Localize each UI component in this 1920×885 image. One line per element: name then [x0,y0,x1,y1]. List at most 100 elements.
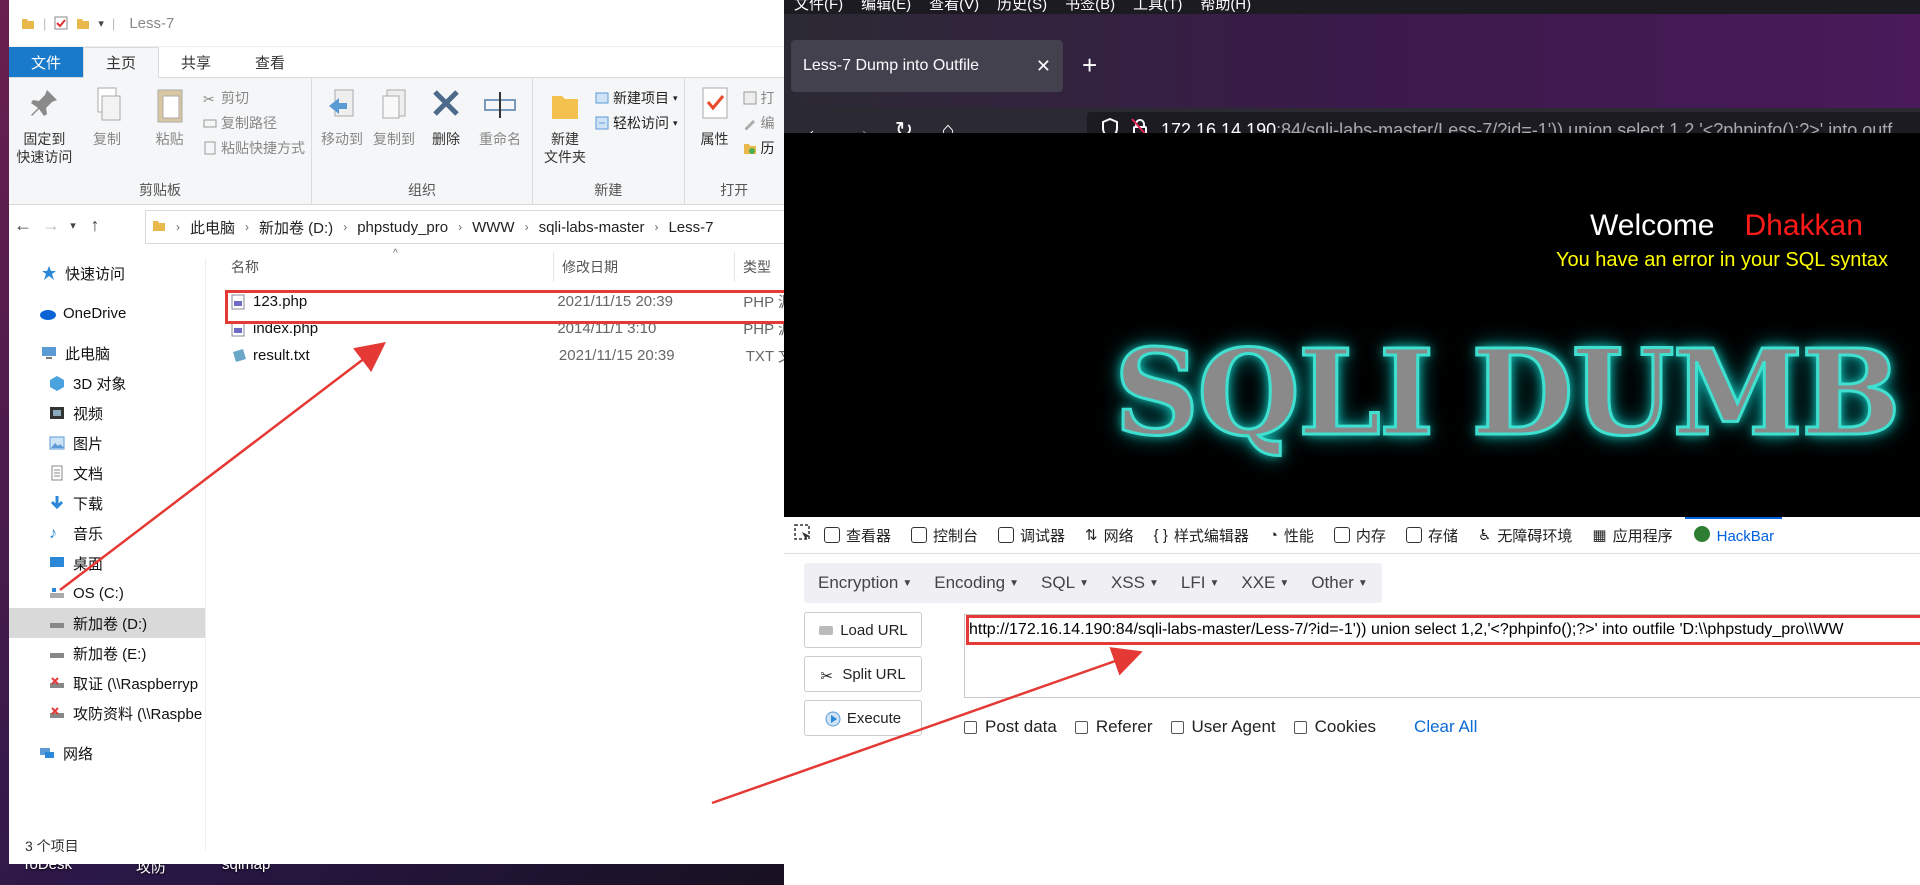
nav-item-downloads[interactable]: 下载 [9,488,205,518]
nav-item-desktop[interactable]: 桌面 [9,548,205,578]
menu-lfi[interactable]: LFI ▼ [1173,563,1227,603]
pin-quick-access-button[interactable]: 固定到 快速访问 [15,84,74,180]
tab-network[interactable]: ⇅ 网络 [1077,517,1142,553]
nav-item-documents[interactable]: 文档 [9,458,205,488]
nav-item-drive-e[interactable]: 新加卷 (E:) [9,638,205,668]
column-header-date[interactable]: 修改日期 [554,252,735,282]
close-icon[interactable]: ✕ [1036,56,1051,77]
load-url-button[interactable]: Load URL [804,612,922,648]
tab-application[interactable]: ▦ 应用程序 [1584,517,1680,553]
cut-button[interactable]: ✂ 剪切 [203,88,305,108]
menu-history[interactable]: 历史(S) [997,0,1047,14]
breadcrumb-item-drive-d[interactable]: 新加卷 (D:) [259,217,333,238]
menu-tools[interactable]: 工具(T) [1133,0,1182,14]
gauge-icon: ◔ [1268,526,1278,544]
tab-storage[interactable]: 存储 [1398,517,1466,553]
breadcrumb-item-less7[interactable]: Less-7 [668,219,713,236]
breadcrumb[interactable]: › 此电脑 › 新加卷 (D:) › phpstudy_pro › WWW › sqli… [145,210,784,244]
tab-console[interactable]: 控制台 [903,517,986,553]
paste-button[interactable]: 粘贴 [140,84,199,180]
column-header-name[interactable]: 名称 [223,252,554,282]
chevron-down-icon[interactable]: ▾ [98,17,104,30]
file-row-result-txt[interactable]: result.txt 2021/11/15 20:39 TXT 文 [223,342,784,369]
nav-item-3d-objects[interactable]: 3D 对象 [9,368,205,398]
history-button[interactable]: 历 [743,138,775,158]
breadcrumb-item-sqli-labs[interactable]: sqli-labs-master [539,219,645,236]
paste-shortcut-button[interactable]: 粘贴快捷方式 [203,138,305,158]
copy-button[interactable]: 复制 [78,84,137,180]
option-cookies[interactable]: Cookies [1293,717,1376,737]
tab-accessibility[interactable]: ♿ 无障碍环境 [1470,517,1580,553]
menu-edit[interactable]: 编辑(E) [861,0,911,14]
nav-item-drive-d[interactable]: 新加卷 (D:) [9,608,205,638]
new-folder-qa-icon[interactable] [76,16,90,30]
nav-item-network-drive-attack[interactable]: 攻防资料 (\\Raspbe [9,698,205,728]
tab-debugger[interactable]: 调试器 [990,517,1073,553]
nav-item-onedrive[interactable]: OneDrive [9,298,205,328]
plus-icon[interactable]: + [1082,50,1097,81]
menu-xxe[interactable]: XXE ▼ [1233,563,1297,603]
new-item-button[interactable]: 新建项目 ▾ [595,88,678,108]
option-referer[interactable]: Referer [1074,717,1153,737]
menu-view[interactable]: 查看(V) [929,0,979,14]
menu-encoding[interactable]: Encoding ▼ [926,563,1027,603]
tab-view[interactable]: 查看 [233,47,307,77]
menu-xss[interactable]: XSS ▼ [1103,563,1167,603]
menu-encryption[interactable]: Encryption ▼ [810,563,920,603]
paste-shortcut-icon [203,141,217,155]
nav-item-this-pc[interactable]: 此电脑 [9,338,205,368]
tab-less7[interactable]: Less-7 Dump into Outfile ✕ [791,40,1063,92]
tab-file[interactable]: 文件 [9,47,84,77]
breadcrumb-item-phpstudy[interactable]: phpstudy_pro [357,219,448,236]
recent-chevron-icon[interactable]: ▾ [65,219,81,232]
tab-hackbar[interactable]: HackBar [1684,517,1783,553]
tab-inspector[interactable]: 查看器 [816,517,899,553]
tab-share[interactable]: 共享 [159,47,233,77]
delete-button[interactable]: 删除 [422,84,470,180]
checkbox[interactable] [964,720,977,734]
rename-button[interactable]: 重命名 [474,84,526,180]
column-header-type[interactable]: 类型 [735,252,771,282]
menu-other[interactable]: Other ▼ [1303,563,1375,603]
nav-item-network[interactable]: 网络 [9,738,205,768]
checkbox[interactable] [1074,720,1088,734]
up-arrow-icon[interactable]: ↑ [81,215,109,236]
tab-style-editor[interactable]: { } 样式编辑器 [1146,517,1257,553]
tab-home[interactable]: 主页 [83,47,160,78]
clear-all-link[interactable]: Clear All [1414,717,1477,737]
nav-item-music[interactable]: ♪ 音乐 [9,518,205,548]
checkbox[interactable] [1170,720,1184,734]
devtools-panel: 查看器 控制台 调试器 ⇅ 网络 { } 样式编辑器 ◔ 性能 内存 存储 ♿ 无障碍环… [784,517,1920,885]
menu-file[interactable]: 文件(F) [794,0,843,14]
breadcrumb-item-this-pc[interactable]: 此电脑 [190,217,235,238]
forward-arrow-icon[interactable]: → [37,215,65,236]
move-to-button[interactable]: 移动到 [318,84,366,180]
back-arrow-icon[interactable]: ← [9,215,37,236]
tab-performance[interactable]: ◔ 性能 [1261,517,1322,553]
nav-item-videos[interactable]: 视频 [9,398,205,428]
checkbox-properties-icon[interactable] [54,16,68,30]
breadcrumb-item-www[interactable]: WWW [472,219,514,236]
nav-item-quick-access[interactable]: 快速访问 [9,258,205,288]
element-picker-icon[interactable] [794,524,812,546]
option-user-agent[interactable]: User Agent [1170,717,1276,737]
split-url-button[interactable]: ✂ Split URL [804,656,922,692]
new-folder-button[interactable]: 新建 文件夹 [539,84,591,180]
copy-path-button[interactable]: 复制路径 [203,113,305,133]
nav-item-pictures[interactable]: 图片 [9,428,205,458]
properties-button[interactable]: 属性 [691,84,739,180]
menu-bookmarks[interactable]: 书签(B) [1065,0,1115,14]
execute-button[interactable]: Execute [804,700,922,736]
checkbox[interactable] [1293,720,1307,734]
option-post-data[interactable]: Post data [964,717,1057,737]
edit-button[interactable]: 编 [743,113,775,133]
menu-sql[interactable]: SQL ▼ [1033,563,1097,603]
nav-item-drive-c[interactable]: OS (C:) [9,578,205,608]
copy-to-button[interactable]: 复制到 [370,84,418,180]
open-button[interactable]: 打 [743,88,775,108]
chevron-down-icon: ▼ [1009,577,1020,589]
tab-memory[interactable]: 内存 [1326,517,1394,553]
easy-access-button[interactable]: 轻松访问 ▾ [595,113,678,133]
nav-item-network-drive-forensics[interactable]: 取证 (\\Raspberryp [9,668,205,698]
menu-help[interactable]: 帮助(H) [1200,0,1251,14]
